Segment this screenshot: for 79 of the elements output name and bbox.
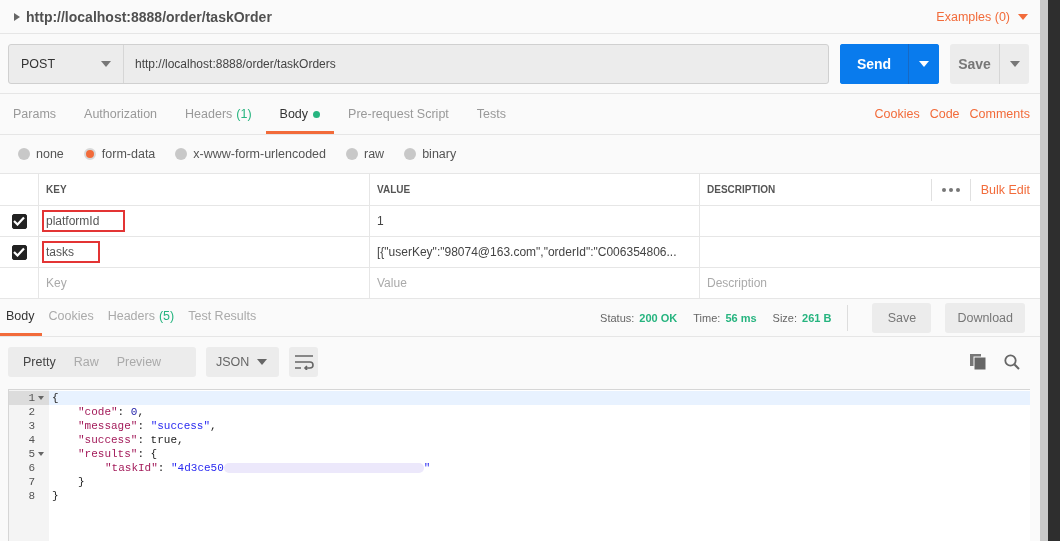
code-line: "success": true, xyxy=(77,434,184,446)
response-tab[interactable]: Test Results xyxy=(181,299,264,336)
bulk-edit-link[interactable]: Bulk Edit xyxy=(980,182,1030,197)
value-text[interactable]: [{"userKey":"98074@163.com","orderId":"C006354806... xyxy=(377,245,677,259)
code-line: "results": { xyxy=(77,448,158,460)
line-number: 8 xyxy=(28,490,35,502)
value-text[interactable]: 1 xyxy=(377,214,384,228)
send-options-button[interactable] xyxy=(908,44,939,84)
wrap-lines-icon xyxy=(293,354,314,370)
response-tab[interactable]: Cookies xyxy=(41,299,101,336)
line-number: 3 xyxy=(28,420,35,432)
request-tab[interactable]: Pre-request Script xyxy=(334,97,463,134)
value-input[interactable]: Value xyxy=(377,276,692,290)
response-button[interactable]: Save xyxy=(872,302,932,333)
caret-icon xyxy=(1018,13,1028,20)
request-title: http://localhost:8888/order/taskOrder xyxy=(26,8,272,25)
response-button[interactable]: Download xyxy=(945,302,1025,333)
line-number: 7 xyxy=(28,476,35,488)
checkbox[interactable] xyxy=(11,244,27,260)
key-text[interactable]: platformId xyxy=(42,210,126,232)
radio-button[interactable] xyxy=(175,148,188,160)
link[interactable]: Cookies xyxy=(874,107,920,121)
request-tab[interactable]: Authorization xyxy=(70,97,172,134)
line-number: 2 xyxy=(28,406,35,418)
caret-icon xyxy=(1009,61,1020,67)
examples-dropdown[interactable]: Examples (0) xyxy=(936,9,1028,24)
copy-icon[interactable] xyxy=(970,354,986,370)
wrap-button[interactable] xyxy=(289,347,318,377)
meta-value: 261 B xyxy=(802,311,832,324)
radio-button[interactable] xyxy=(18,148,30,160)
code-line: { xyxy=(52,392,59,404)
link[interactable]: Comments xyxy=(969,107,1030,121)
format-dropdown[interactable]: JSON xyxy=(206,347,279,377)
radio-button[interactable] xyxy=(346,148,358,160)
radio-label[interactable]: raw xyxy=(364,147,385,161)
meta-label: Status: xyxy=(600,311,635,324)
line-number: 5 xyxy=(28,448,35,460)
view-mode-button[interactable]: Pretty xyxy=(14,347,65,377)
view-mode-button[interactable]: Raw xyxy=(64,347,108,377)
line-number: 6 xyxy=(28,462,35,474)
column-header: DESCRIPTION xyxy=(707,184,776,195)
radio-label[interactable]: x-www-form-urlencoded xyxy=(193,147,326,161)
column-header: VALUE xyxy=(377,184,411,195)
scrollbar[interactable] xyxy=(1040,0,1048,541)
radio-label[interactable]: binary xyxy=(422,147,457,161)
line-number: 4 xyxy=(28,434,35,446)
checkbox[interactable] xyxy=(11,213,27,229)
fold-caret-icon[interactable] xyxy=(38,452,44,456)
radio-label[interactable]: none xyxy=(36,147,64,161)
line-number: 1 xyxy=(28,392,35,404)
expand-arrow-icon[interactable] xyxy=(14,12,20,21)
radio-button[interactable] xyxy=(83,148,96,160)
key-input[interactable]: Key xyxy=(46,276,362,290)
request-tab[interactable]: Headers (1) xyxy=(171,97,266,134)
description-input[interactable]: Description xyxy=(707,276,1033,290)
code-line: "code": 0, xyxy=(77,406,145,418)
request-tab[interactable]: Tests xyxy=(462,97,520,134)
meta-value: 56 ms xyxy=(725,311,757,324)
meta-label: Size: xyxy=(772,311,798,324)
meta-label: Time: xyxy=(693,311,721,324)
column-header: KEY xyxy=(46,184,67,195)
code-line: "taskId": "4d3ce50 " xyxy=(104,462,431,474)
request-tab[interactable]: Params xyxy=(0,97,71,134)
radio-button[interactable] xyxy=(404,148,417,160)
link[interactable]: Code xyxy=(929,107,960,121)
caret-icon xyxy=(919,61,929,67)
radio-label[interactable]: form-data xyxy=(101,147,156,161)
more-icon[interactable] xyxy=(941,187,960,192)
key-text[interactable]: tasks xyxy=(42,241,100,263)
request-tab[interactable]: Body xyxy=(265,97,335,134)
code-line: } xyxy=(52,490,59,502)
code-line: "message": "success", xyxy=(77,420,217,432)
response-tab[interactable]: Headers (5) xyxy=(100,299,182,336)
fold-caret-icon[interactable] xyxy=(38,396,44,400)
meta-value: 200 OK xyxy=(639,311,678,324)
search-icon[interactable] xyxy=(1004,354,1020,370)
caret-icon xyxy=(257,359,267,365)
response-tab[interactable]: Body xyxy=(0,299,42,336)
code-line: } xyxy=(77,476,85,488)
